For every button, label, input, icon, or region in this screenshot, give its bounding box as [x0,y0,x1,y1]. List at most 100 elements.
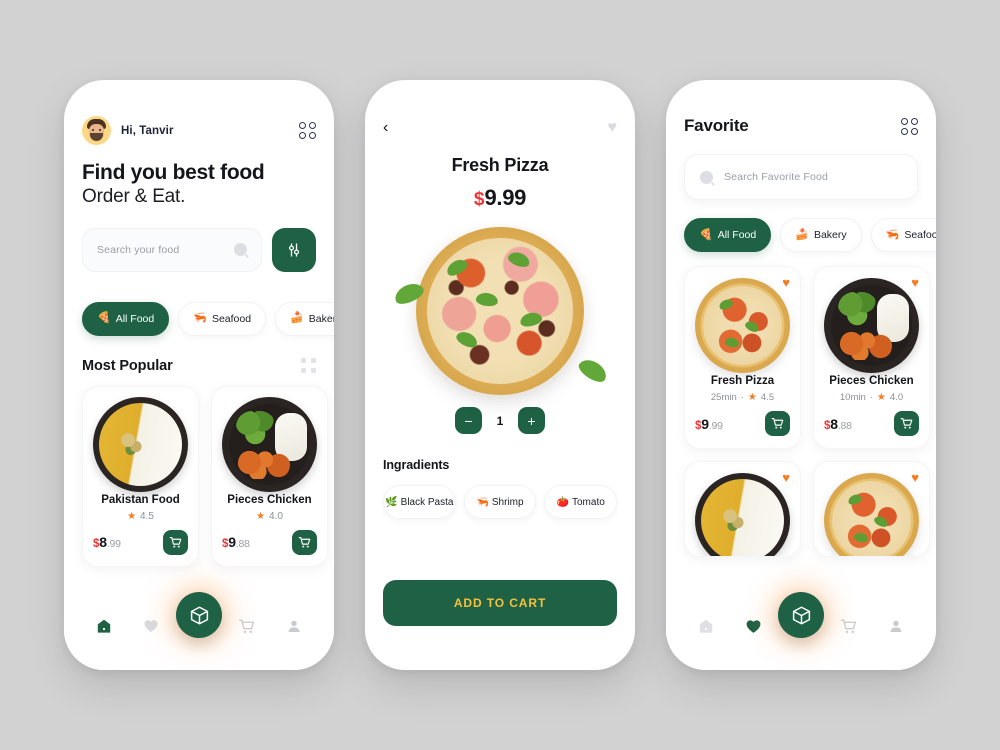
nav-heart-icon[interactable] [743,616,763,636]
cube-fab-button[interactable] [176,592,222,638]
cart-icon [771,418,784,429]
favorite-card[interactable]: ♥ [684,461,801,557]
product-title: Fresh Pizza [451,155,549,175]
popular-list: Pakistan Food ★ 4.5 $8.99 Pieces Chicken… [82,385,328,567]
grid-menu-icon[interactable] [299,122,316,139]
favorite-badge-icon[interactable]: ♥ [782,276,790,289]
star-icon: ★ [127,510,137,522]
rating: ★ 4.0 [222,511,317,522]
currency-symbol: $ [473,189,485,210]
nav-cart-icon[interactable] [839,616,859,636]
search-icon [234,243,247,257]
favorite-list: ♥ Fresh Pizza 25min · ★ 4.5 $9.99 ♥ Piec… [684,266,930,557]
search-icon [700,170,713,184]
nav-home-icon[interactable] [696,616,716,636]
decrease-quantity-button[interactable]: − [455,407,482,434]
page-title: Favorite [684,116,749,135]
grid-menu-icon[interactable] [901,117,918,135]
food-name: Pieces Chicken [829,375,914,387]
page-title: Find you best food Order & Eat. [82,161,316,209]
product-price: $9.99 [383,185,617,211]
rating-value: 4.0 [269,510,283,522]
back-button[interactable]: ‹ [383,120,388,136]
favorite-screen: Favorite Search Favorite Food 🍕 All Food… [666,80,936,670]
chip-bakery[interactable]: 🍰 Bakery [275,301,334,336]
nav-heart-icon[interactable] [141,616,161,636]
food-meta: 10min · ★ 4.0 [824,392,919,403]
user-greeting[interactable]: Hi, Tanvir [82,116,174,145]
ingredient-tomato[interactable]: 🍅 Tomato [544,485,618,519]
ingredient-shrimp[interactable]: 🦐 Shrimp [463,485,537,519]
chip-label: Bakery [308,312,334,325]
shrimp-emoji-icon: 🦐 [885,228,900,241]
rating: ★ 4.5 [93,511,188,522]
quantity-value: 1 [496,413,504,428]
price: $9.99 [695,416,723,432]
headline-line-1: Find you best food [82,161,265,184]
canvas: Hi, Tanvir Find you best food Order & Ea… [0,0,1000,750]
chip-seafood[interactable]: 🦐 Seafood [178,301,267,336]
cart-icon [169,536,182,548]
chip-bakery[interactable]: 🍰 Bakery [780,218,862,252]
favorite-heart-icon[interactable]: ♥ [608,120,618,136]
cube-fab-button[interactable] [778,592,824,638]
search-input[interactable]: Search Favorite Food [684,154,918,200]
cake-emoji-icon: 🍰 [795,228,809,241]
pizza-emoji-icon: 🍕 [97,312,111,325]
avatar[interactable] [82,116,111,145]
separator: · [740,392,744,403]
product-image [383,221,617,401]
increase-quantity-button[interactable]: + [518,407,545,434]
favorite-card[interactable]: ♥ Pieces Chicken 10min · ★ 4.0 $8.88 [813,266,930,449]
rating-value: 4.5 [760,392,775,403]
favorite-badge-icon[interactable]: ♥ [911,276,919,289]
favorite-badge-icon[interactable]: ♥ [782,471,790,484]
chip-label: Seafood [211,312,252,325]
food-card[interactable]: Pakistan Food ★ 4.5 $8.99 [82,385,199,567]
nav-home-icon[interactable] [94,616,114,636]
favorite-badge-icon[interactable]: ♥ [911,471,919,484]
search-input[interactable]: Search your food [82,227,262,272]
favorite-card[interactable]: ♥ Fresh Pizza 25min · ★ 4.5 $9.99 [684,266,801,449]
price-integer: 9 [228,534,236,551]
chip-all-food[interactable]: 🍕 All Food [82,301,170,336]
phone-screen-home: Hi, Tanvir Find you best food Order & Ea… [64,80,334,670]
star-icon: ★ [747,392,757,403]
tomato-emoji-icon: 🍅 [556,496,569,508]
add-to-cart-button[interactable] [163,529,188,555]
favorite-header: Favorite [684,80,918,136]
ingredient-label: Tomato [572,496,605,508]
add-to-cart-button[interactable]: ADD TO CART [383,580,617,626]
nav-profile-icon[interactable] [886,616,906,636]
grid-dots-icon[interactable] [301,358,316,374]
add-to-cart-button[interactable] [765,411,790,436]
card-footer: $9.99 [695,411,790,436]
food-card[interactable]: Pieces Chicken ★ 4.0 $9.88 [211,385,328,567]
quantity-stepper: − 1 + [383,407,617,434]
add-to-cart-button[interactable] [292,529,317,555]
nav-profile-icon[interactable] [284,616,304,636]
ingredient-label: Shrimp [491,496,524,508]
detail-screen: ‹ ♥ Fresh Pizza $9.99 − 1 + Ingradients … [365,80,635,670]
filter-button[interactable] [272,227,316,272]
ingredient-label: Black Pasta [400,496,454,508]
ingredient-black-pasta[interactable]: 🌿 Black Pasta [383,485,456,519]
shrimp-emoji-icon: 🦐 [476,496,489,508]
chip-label: Bakery [813,229,847,241]
food-name: Pieces Chicken [227,493,312,506]
chip-seafood[interactable]: 🦐 Seafood [870,218,936,252]
favorite-card[interactable]: ♥ [813,461,930,557]
section-header: Most Popular [82,358,316,374]
category-chips: 🍕 All Food 🦐 Seafood 🍰 Bakery [82,301,334,336]
food-meta: 25min · ★ 4.5 [695,392,790,403]
search-row: Search your food [82,227,316,272]
cube-icon [792,606,810,624]
cart-icon [900,418,913,429]
nav-cart-icon[interactable] [237,616,257,636]
phone-screen-detail: ‹ ♥ Fresh Pizza $9.99 − 1 + Ingradients … [365,80,635,670]
chip-all-food[interactable]: 🍕 All Food [684,218,772,252]
curry-rice-bowl-image [93,396,188,492]
pizza-image [695,278,790,373]
add-to-cart-button[interactable] [894,411,919,436]
rating-value: 4.0 [889,392,904,403]
